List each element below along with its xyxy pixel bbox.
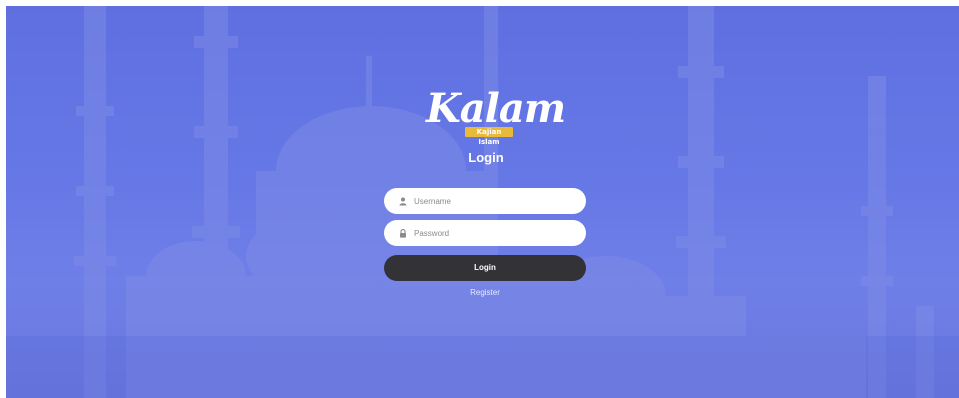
lock-icon — [398, 228, 408, 238]
username-input[interactable] — [414, 196, 574, 206]
kalam-logo: Kalam Kajian Islam — [426, 85, 566, 147]
logo-wordmark: Kalam — [426, 85, 566, 132]
user-icon — [398, 196, 408, 206]
password-input[interactable] — [414, 228, 574, 238]
password-field[interactable] — [384, 220, 586, 246]
logo-tagline-badge: Kajian Islam — [465, 127, 513, 146]
login-button[interactable]: Login — [384, 255, 586, 281]
login-title: Login — [468, 150, 504, 165]
login-form: Kalam Kajian Islam Login Login — [6, 6, 959, 398]
login-page: Kalam Kajian Islam Login Login — [6, 6, 959, 398]
username-field[interactable] — [384, 188, 586, 214]
register-link[interactable]: Register — [436, 288, 534, 297]
